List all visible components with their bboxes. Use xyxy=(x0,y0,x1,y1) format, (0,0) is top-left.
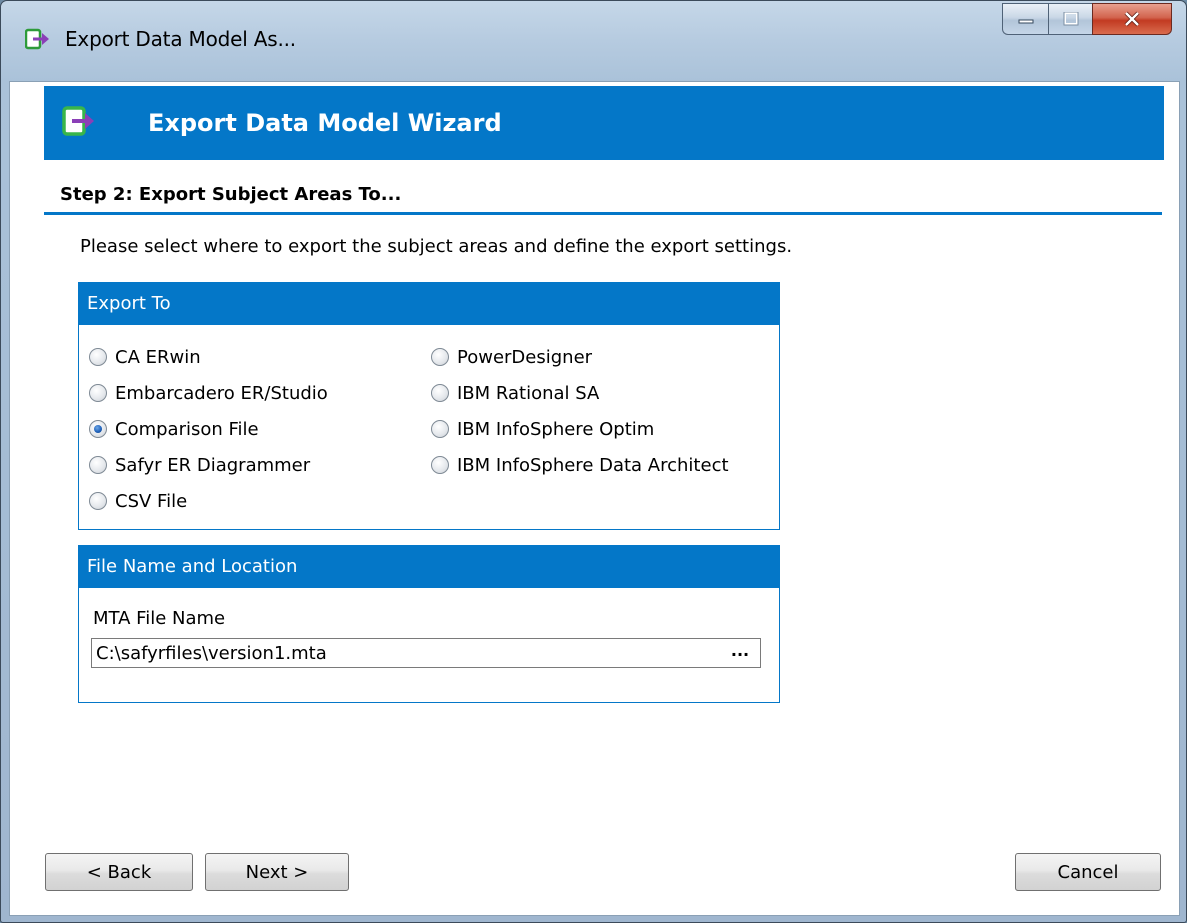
radio-option-embarcadero[interactable]: Embarcadero ER/Studio xyxy=(89,375,328,411)
radio-button-selected[interactable] xyxy=(89,420,107,438)
title-bar[interactable]: Export Data Model As... xyxy=(1,1,1186,81)
dialog-client-area: Export Data Model Wizard Step 2: Export … xyxy=(9,81,1180,916)
export-arrow-icon xyxy=(25,28,49,50)
maximize-icon xyxy=(1063,12,1078,26)
radio-label: CA ERwin xyxy=(115,346,201,368)
minimize-icon xyxy=(1018,19,1033,24)
radio-label: IBM InfoSphere Data Architect xyxy=(457,454,729,476)
next-button[interactable]: Next > xyxy=(205,853,349,891)
mta-file-name-field: ... xyxy=(91,638,761,668)
radio-label: Embarcadero ER/Studio xyxy=(115,382,328,404)
close-button[interactable] xyxy=(1092,3,1172,35)
close-icon xyxy=(1124,11,1140,27)
radio-button[interactable] xyxy=(89,492,107,510)
window-title: Export Data Model As... xyxy=(65,27,296,51)
browse-button[interactable]: ... xyxy=(726,641,754,665)
radio-label: Safyr ER Diagrammer xyxy=(115,454,311,476)
radio-button[interactable] xyxy=(431,384,449,402)
wizard-banner: Export Data Model Wizard xyxy=(44,86,1164,160)
mta-file-name-input[interactable] xyxy=(96,639,716,667)
radio-option-powerdesigner[interactable]: PowerDesigner xyxy=(431,339,729,375)
radio-option-comparison-file[interactable]: Comparison File xyxy=(89,411,328,447)
window-controls xyxy=(1002,3,1172,37)
export-dialog-window: Export Data Model As... Export Data Mode… xyxy=(0,0,1187,923)
export-options-column-1: CA ERwin Embarcadero ER/Studio Compariso… xyxy=(89,339,328,519)
export-options-column-2: PowerDesigner IBM Rational SA IBM InfoSp… xyxy=(431,339,729,483)
radio-option-ca-erwin[interactable]: CA ERwin xyxy=(89,339,328,375)
radio-option-ibm-infosphere-optim[interactable]: IBM InfoSphere Optim xyxy=(431,411,729,447)
file-location-group: File Name and Location MTA File Name ... xyxy=(78,545,780,703)
step-divider xyxy=(44,212,1162,215)
radio-option-safyr-er[interactable]: Safyr ER Diagrammer xyxy=(89,447,328,483)
radio-button[interactable] xyxy=(89,348,107,366)
step-title: Step 2: Export Subject Areas To... xyxy=(60,184,402,205)
radio-option-csv-file[interactable]: CSV File xyxy=(89,483,328,519)
export-to-header: Export To xyxy=(79,283,779,325)
radio-button[interactable] xyxy=(431,348,449,366)
wizard-title: Export Data Model Wizard xyxy=(148,109,502,137)
radio-button[interactable] xyxy=(431,456,449,474)
file-location-header: File Name and Location xyxy=(79,546,779,588)
mta-file-name-label: MTA File Name xyxy=(93,608,226,629)
minimize-button[interactable] xyxy=(1002,3,1048,35)
maximize-button[interactable] xyxy=(1048,3,1092,35)
radio-button[interactable] xyxy=(89,456,107,474)
radio-label: Comparison File xyxy=(115,418,259,440)
radio-label: IBM Rational SA xyxy=(457,382,600,404)
radio-label: CSV File xyxy=(115,490,188,512)
radio-label: PowerDesigner xyxy=(457,346,593,368)
radio-option-ibm-rational-sa[interactable]: IBM Rational SA xyxy=(431,375,729,411)
instructions-text: Please select where to export the subjec… xyxy=(80,236,793,257)
export-arrow-icon xyxy=(62,106,94,136)
cancel-button[interactable]: Cancel xyxy=(1015,853,1161,891)
back-button[interactable]: < Back xyxy=(45,853,193,891)
radio-button[interactable] xyxy=(431,420,449,438)
radio-button[interactable] xyxy=(89,384,107,402)
export-to-group: Export To CA ERwin Embarcadero ER/Studio… xyxy=(78,282,780,530)
radio-option-ibm-infosphere-data-architect[interactable]: IBM InfoSphere Data Architect xyxy=(431,447,729,483)
radio-label: IBM InfoSphere Optim xyxy=(457,418,655,440)
